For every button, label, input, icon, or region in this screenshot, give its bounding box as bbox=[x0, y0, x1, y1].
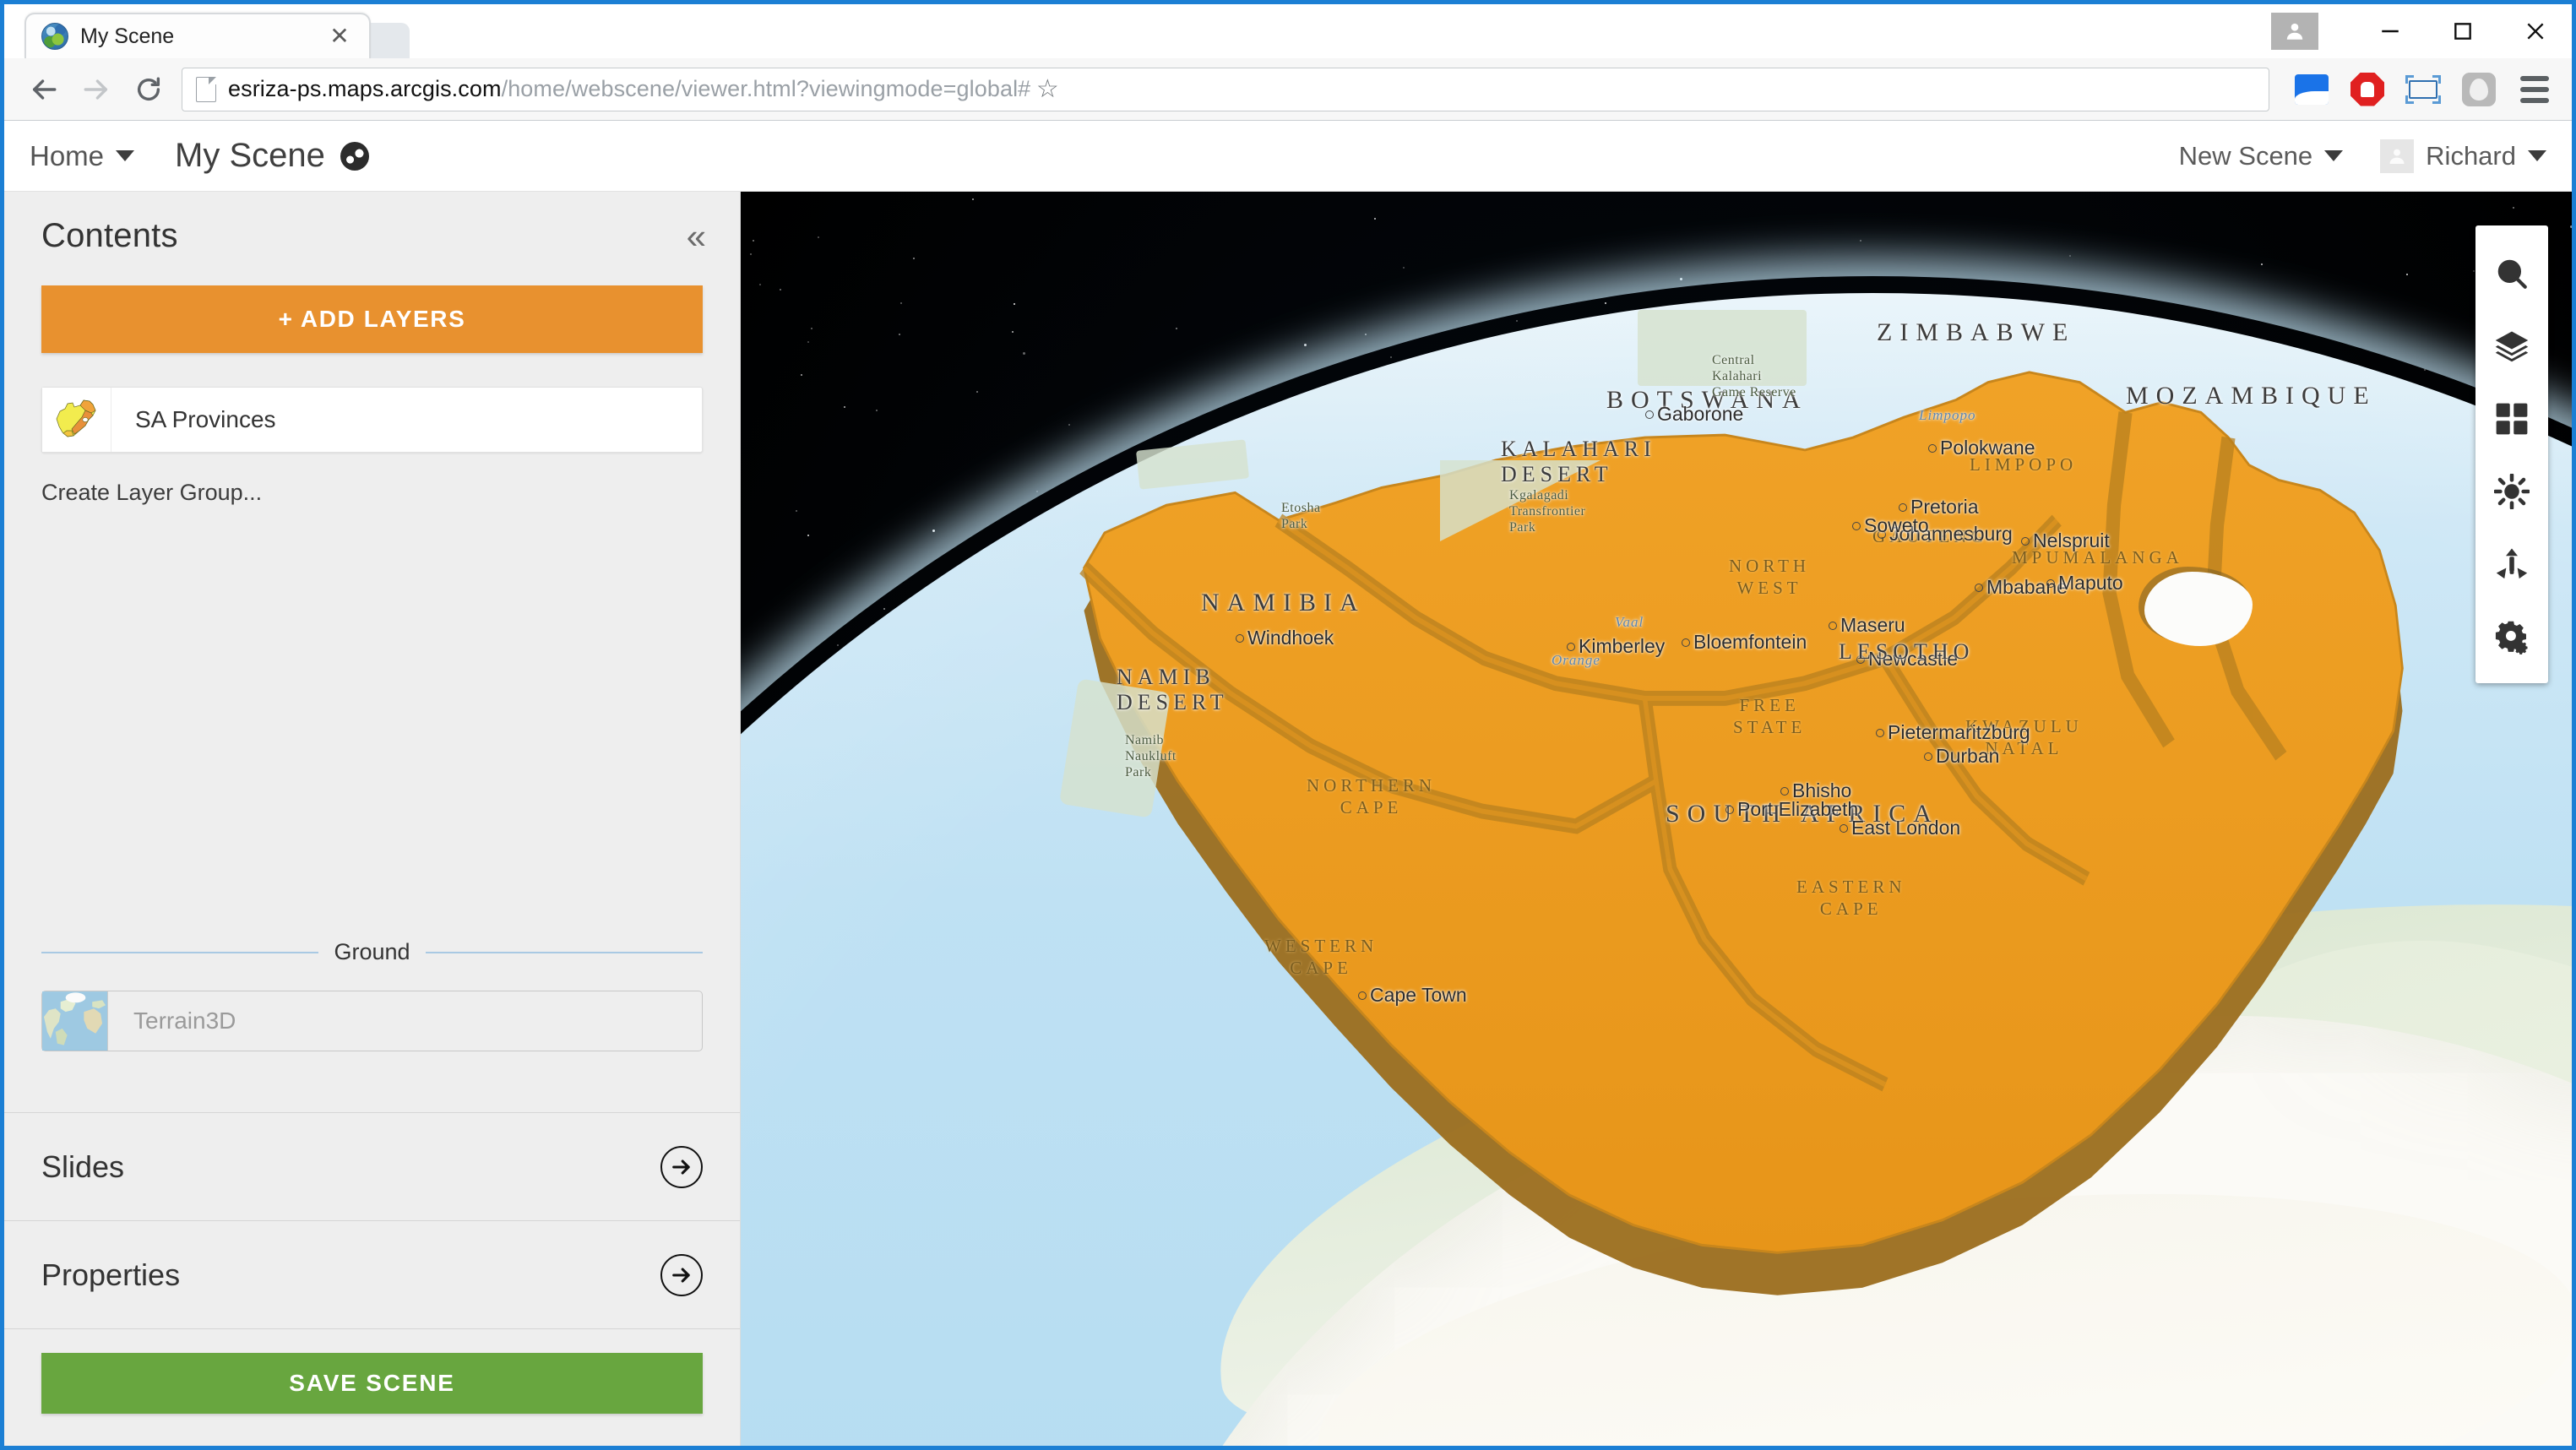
park-polygon-central-kalahari bbox=[1638, 310, 1807, 386]
arrow-right-circle-icon bbox=[660, 1254, 703, 1296]
address-bar[interactable]: esriza-ps.maps.arcgis.com/home/webscene/… bbox=[182, 68, 2269, 111]
ground-layer-terrain3d[interactable]: Terrain3D bbox=[41, 991, 703, 1051]
contents-header: Contents « bbox=[41, 217, 703, 255]
browser-navigation-bar: esriza-ps.maps.arcgis.com/home/webscene/… bbox=[4, 58, 2572, 121]
park-polygon-namib-naukluft bbox=[1059, 678, 1171, 817]
page-title: My Scene bbox=[175, 137, 325, 175]
tab-strip: My Scene ✕ bbox=[4, 4, 2572, 58]
globe-icon bbox=[340, 142, 369, 171]
reload-icon[interactable] bbox=[122, 63, 175, 116]
tab-title: My Scene bbox=[80, 24, 325, 49]
browser-window: My Scene ✕ bbox=[0, 0, 2576, 1450]
double-chevron-left-icon[interactable]: « bbox=[687, 224, 703, 248]
gears-icon[interactable] bbox=[2475, 600, 2548, 673]
new-scene-menu[interactable]: New Scene bbox=[2179, 141, 2344, 171]
page-document-icon bbox=[196, 77, 216, 102]
browser-menu-icon[interactable] bbox=[2511, 66, 2558, 113]
ground-label: Ground bbox=[41, 939, 703, 965]
star-icon[interactable]: ☆ bbox=[1030, 74, 1064, 104]
maximize-icon[interactable] bbox=[2427, 4, 2499, 58]
properties-panel-row[interactable]: Properties bbox=[4, 1220, 740, 1328]
world-terrain-thumbnail bbox=[42, 991, 108, 1051]
contents-title: Contents bbox=[41, 217, 178, 255]
home-menu[interactable]: Home bbox=[30, 140, 134, 172]
forward-arrow-icon[interactable] bbox=[70, 63, 122, 116]
screen-capture-extension-icon[interactable] bbox=[2399, 66, 2447, 113]
scene-view[interactable]: NAMIBIABOTSWANASOUTH AFRICAZIMBABWEMOZAM… bbox=[741, 192, 2572, 1446]
sidebar-gap bbox=[4, 1051, 740, 1112]
url-path: /home/webscene/viewer.html?viewingmode=g… bbox=[502, 76, 1031, 101]
person-icon[interactable] bbox=[2271, 13, 2318, 50]
new-scene-label: New Scene bbox=[2179, 141, 2313, 171]
layer-item-sa-provinces[interactable]: SA Provinces bbox=[41, 387, 703, 453]
minimize-icon[interactable] bbox=[2354, 4, 2427, 58]
chevron-down-icon bbox=[2528, 150, 2546, 161]
home-label: Home bbox=[30, 140, 104, 172]
close-icon[interactable] bbox=[2499, 4, 2572, 58]
window-controls bbox=[2271, 4, 2572, 58]
url-host: esriza-ps.maps.arcgis.com bbox=[228, 76, 502, 101]
sun-icon[interactable] bbox=[2475, 455, 2548, 528]
save-scene-section: SAVE SCENE bbox=[4, 1328, 740, 1446]
ground-layer-name: Terrain3D bbox=[133, 1007, 236, 1035]
user-name: Richard bbox=[2426, 141, 2516, 171]
ground-section: Ground Terrain3D bbox=[4, 939, 740, 1051]
pan-arrows-icon[interactable] bbox=[2475, 528, 2548, 600]
chevron-down-icon bbox=[2324, 150, 2343, 161]
layers-stack-icon[interactable] bbox=[2475, 310, 2548, 383]
browser-tab[interactable]: My Scene ✕ bbox=[24, 13, 371, 58]
arrow-right-circle-icon bbox=[660, 1146, 703, 1188]
properties-label: Properties bbox=[41, 1257, 180, 1293]
scene-tool-strip bbox=[2475, 225, 2548, 683]
url-text: esriza-ps.maps.arcgis.com/home/webscene/… bbox=[228, 76, 1030, 102]
screenshot-extension-icon[interactable] bbox=[2288, 66, 2335, 113]
slides-panel-row[interactable]: Slides bbox=[4, 1112, 740, 1220]
search-icon[interactable] bbox=[2475, 237, 2548, 310]
app-header-right: New Scene Richard bbox=[2179, 139, 2546, 173]
add-layers-button[interactable]: + ADD LAYERS bbox=[41, 285, 703, 353]
close-icon[interactable]: ✕ bbox=[325, 24, 354, 48]
south-africa-provinces-thumbnail bbox=[42, 388, 111, 452]
slides-label: Slides bbox=[41, 1149, 124, 1185]
layer-name: SA Provinces bbox=[135, 406, 276, 433]
globe-favicon bbox=[41, 23, 68, 50]
app-header: Home My Scene New Scene Richard bbox=[4, 121, 2572, 192]
chevron-down-icon bbox=[116, 150, 134, 161]
back-arrow-icon[interactable] bbox=[18, 63, 70, 116]
sidebar-spacer bbox=[4, 506, 740, 939]
gray-extension-icon[interactable] bbox=[2455, 66, 2503, 113]
adblock-extension-icon[interactable] bbox=[2344, 66, 2391, 113]
create-layer-group-link[interactable]: Create Layer Group... bbox=[41, 480, 703, 506]
basemap-grid-icon[interactable] bbox=[2475, 383, 2548, 455]
user-menu[interactable]: Richard bbox=[2380, 139, 2546, 173]
save-scene-button[interactable]: SAVE SCENE bbox=[41, 1353, 703, 1414]
person-avatar-icon bbox=[2380, 139, 2414, 173]
contents-sidebar: Contents « + ADD LAYERS SA Pr bbox=[4, 192, 741, 1446]
app-body: Contents « + ADD LAYERS SA Pr bbox=[4, 192, 2572, 1446]
